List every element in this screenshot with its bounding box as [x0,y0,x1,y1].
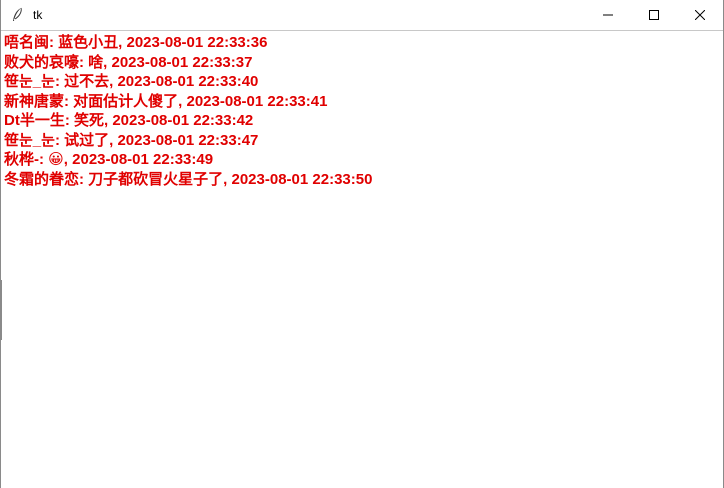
close-icon [694,7,706,25]
message-line: 秋桦-: 😀, 2023-08-01 22:33:49 [4,151,214,168]
window-title: tk [33,8,43,22]
message-line: 新神唐蒙: 对面估计人傻了, 2023-08-01 22:33:41 [4,92,328,110]
title-bar[interactable]: tk [1,0,723,31]
window-edge [0,280,2,340]
feather-icon[interactable] [9,7,25,23]
app-window: tk 唔名闽: 蓝色小丑, 2023-08-01 22:33:36 败犬的哀嚎:… [0,0,724,488]
message-line: 笹눈_눈: 过不去, 2023-08-01 22:33:40 [4,73,259,90]
message-area[interactable]: 唔名闽: 蓝色小丑, 2023-08-01 22:33:36 败犬的哀嚎: 啥,… [4,33,719,189]
message-line: 唔名闽: 蓝色小丑, 2023-08-01 22:33:36 [4,34,268,51]
maximize-icon [649,7,659,25]
message-line: 笹눈_눈: 试过了, 2023-08-01 22:33:47 [4,131,259,149]
message-line: 败犬的哀嚎: 啥, 2023-08-01 22:33:37 [4,53,253,71]
message-line: 冬霜的眷恋: 刀子都砍冒火星子了, 2023-08-01 22:33:50 [4,170,373,188]
minimize-button[interactable] [585,0,631,31]
maximize-button[interactable] [631,0,677,31]
message-line: Dt半一生: 笑死, 2023-08-01 22:33:42 [4,112,254,129]
minimize-icon [603,7,613,25]
close-button[interactable] [677,0,723,31]
window-controls [585,0,723,31]
